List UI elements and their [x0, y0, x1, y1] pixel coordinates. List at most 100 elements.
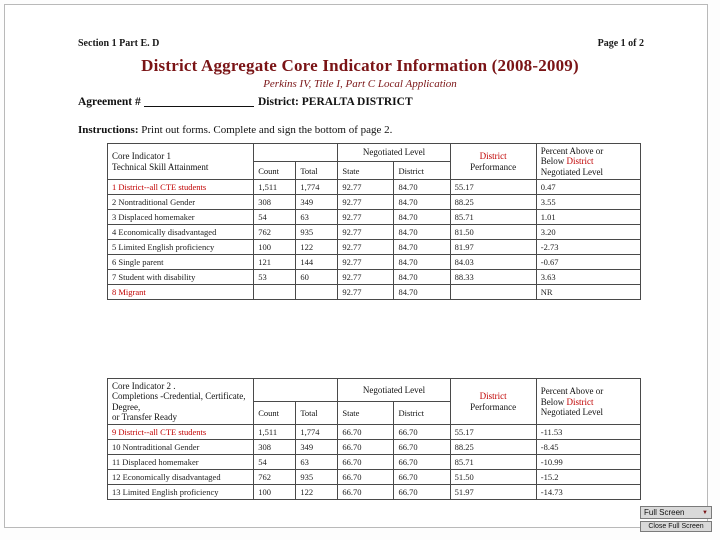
row-performance-cell: 55.17: [449, 424, 537, 441]
subheader-state: State: [337, 401, 395, 426]
spacer-cell: [253, 377, 339, 403]
subheader-count: Count: [253, 401, 297, 426]
row-district-cell: 84.70: [393, 239, 451, 256]
document-header: Section 1 Part E. D Page 1 of 2: [78, 38, 644, 49]
row-state-cell: 92.77: [337, 239, 395, 256]
table-row: 9 District--all CTE students 1,511 1,774 66…: [106, 424, 642, 441]
row-state-cell: 66.70: [337, 439, 395, 456]
row-count-cell: 53: [253, 269, 297, 286]
above-below-line1: Percent Above or: [540, 386, 604, 397]
subheader-total: Total: [295, 161, 339, 181]
percent-above-below-header: Percent Above or Below District Negotiat…: [535, 142, 642, 181]
row-count-cell: 54: [253, 454, 297, 471]
row-count-cell: 308: [253, 194, 297, 211]
indicator-title-cell: Core Indicator 2 . Completions -Credenti…: [106, 377, 255, 426]
row-above-below-cell: -14.73: [535, 484, 642, 501]
row-count-cell: 121: [253, 254, 297, 271]
row-count-cell: 100: [253, 239, 297, 256]
full-screen-label: Full Screen: [644, 508, 685, 517]
row-performance-cell: 84.03: [449, 254, 537, 271]
instructions-text: Print out forms. Complete and sign the b…: [141, 124, 393, 136]
agreement-label: Agreement #: [78, 96, 141, 108]
header-section-label: Section 1 Part E. D: [78, 38, 160, 49]
row-performance-cell: [449, 284, 537, 301]
row-above-below-cell: -11.53: [535, 424, 642, 441]
row-performance-cell: 51.50: [449, 469, 537, 486]
row-label-cell: 1 District--all CTE students: [106, 179, 255, 196]
row-total-cell: 1,774: [295, 424, 339, 441]
table-row: 10 Nontraditional Gender 308 349 66.70 66.70…: [106, 439, 642, 456]
district-performance-header-red: District: [479, 151, 507, 162]
subheader-count: Count: [253, 161, 297, 181]
row-count-cell: 100: [253, 484, 297, 501]
row-above-below-cell: 3.20: [535, 224, 642, 241]
spacer-cell: [253, 142, 339, 163]
above-below-line2: Below: [540, 396, 565, 407]
subheader-state: State: [337, 161, 395, 181]
row-state-cell: 92.77: [337, 269, 395, 286]
row-district-cell: 66.70: [393, 454, 451, 471]
row-above-below-cell: NR: [535, 284, 642, 301]
table-row: 1 District--all CTE students 1,511 1,774 92…: [106, 179, 642, 196]
indicator-title-line1: Core Indicator 2 .: [112, 381, 176, 391]
row-above-below-cell: -8.45: [535, 439, 642, 456]
row-district-cell: 66.70: [393, 439, 451, 456]
table-row: 4 Economically disadvantaged 762 935 92.77 8…: [106, 224, 642, 241]
row-total-cell: [295, 284, 339, 301]
row-district-cell: 84.70: [393, 194, 451, 211]
agreement-blank-field[interactable]: [143, 106, 254, 107]
row-label-cell: 7 Student with disability: [106, 269, 255, 286]
row-count-cell: 54: [253, 209, 297, 226]
subheader-district: District: [393, 401, 451, 426]
full-screen-button[interactable]: Full Screen ▼: [640, 506, 712, 519]
row-performance-cell: 55.17: [449, 179, 537, 196]
row-state-cell: 92.77: [337, 179, 395, 196]
above-below-red: District: [566, 156, 594, 167]
chevron-down-icon[interactable]: ▼: [702, 510, 708, 516]
row-above-below-cell: 1.01: [535, 209, 642, 226]
row-count-cell: 1,511: [253, 179, 297, 196]
table-row: 12 Economically disadvantaged 762 935 66.70…: [106, 469, 642, 486]
row-total-cell: 63: [295, 454, 339, 471]
above-below-line2: Below: [540, 156, 565, 167]
row-total-cell: 63: [295, 209, 339, 226]
row-above-below-cell: 3.55: [535, 194, 642, 211]
row-performance-cell: 51.97: [449, 484, 537, 501]
row-performance-cell: 88.33: [449, 269, 537, 286]
row-district-cell: 84.70: [393, 269, 451, 286]
table-row: 8 Migrant 92.77 84.70 NR: [106, 284, 642, 301]
row-count-cell: 762: [253, 469, 297, 486]
table-row: 5 Limited English proficiency 100 122 92.77…: [106, 239, 642, 256]
row-total-cell: 935: [295, 469, 339, 486]
table-row: 2 Nontraditional Gender 308 349 92.77 84.70 8…: [106, 194, 642, 211]
above-below-line3: Negotiated Level: [540, 406, 603, 417]
row-label-cell: 12 Economically disadvantaged: [106, 469, 255, 486]
row-total-cell: 60: [295, 269, 339, 286]
row-above-below-cell: 3.63: [535, 269, 642, 286]
row-label-cell: 11 Displaced homemaker: [106, 454, 255, 471]
row-label-cell: 6 Single parent: [106, 254, 255, 271]
row-state-cell: 66.70: [337, 424, 395, 441]
table-row: 3 Displaced homemaker 54 63 92.77 84.70 85.71…: [106, 209, 642, 226]
subheader-total: Total: [295, 401, 339, 426]
row-label-cell: 3 Displaced homemaker: [106, 209, 255, 226]
instructions: Instructions: Print out forms. Complete …: [78, 124, 392, 136]
district-line: District: PERALTA DISTRICT: [258, 96, 413, 108]
row-state-cell: 92.77: [337, 194, 395, 211]
table-header-row: Core Indicator 2 . Completions -Credenti…: [106, 377, 642, 426]
row-district-cell: 84.70: [393, 254, 451, 271]
row-district-cell: 84.70: [393, 209, 451, 226]
full-screen-controls: Full Screen ▼ Close Full Screen: [640, 506, 712, 532]
row-performance-cell: 85.71: [449, 209, 537, 226]
core-indicator-1-rows: 1 District--all CTE students 1,511 1,774 92…: [106, 179, 642, 301]
indicator-title-line2: Completions -Credential, Certificate, De…: [112, 391, 246, 412]
row-district-cell: 66.70: [393, 469, 451, 486]
row-above-below-cell: -15.2: [535, 469, 642, 486]
indicator-title-line2: Technical Skill Attainment: [112, 161, 209, 172]
percent-above-below-header: Percent Above or Below District Negotiat…: [535, 377, 642, 426]
row-count-cell: 762: [253, 224, 297, 241]
row-district-cell: 84.70: [393, 224, 451, 241]
close-full-screen-button[interactable]: Close Full Screen: [640, 521, 712, 532]
row-district-cell: 66.70: [393, 484, 451, 501]
district-performance-header-label: Performance: [470, 161, 517, 172]
